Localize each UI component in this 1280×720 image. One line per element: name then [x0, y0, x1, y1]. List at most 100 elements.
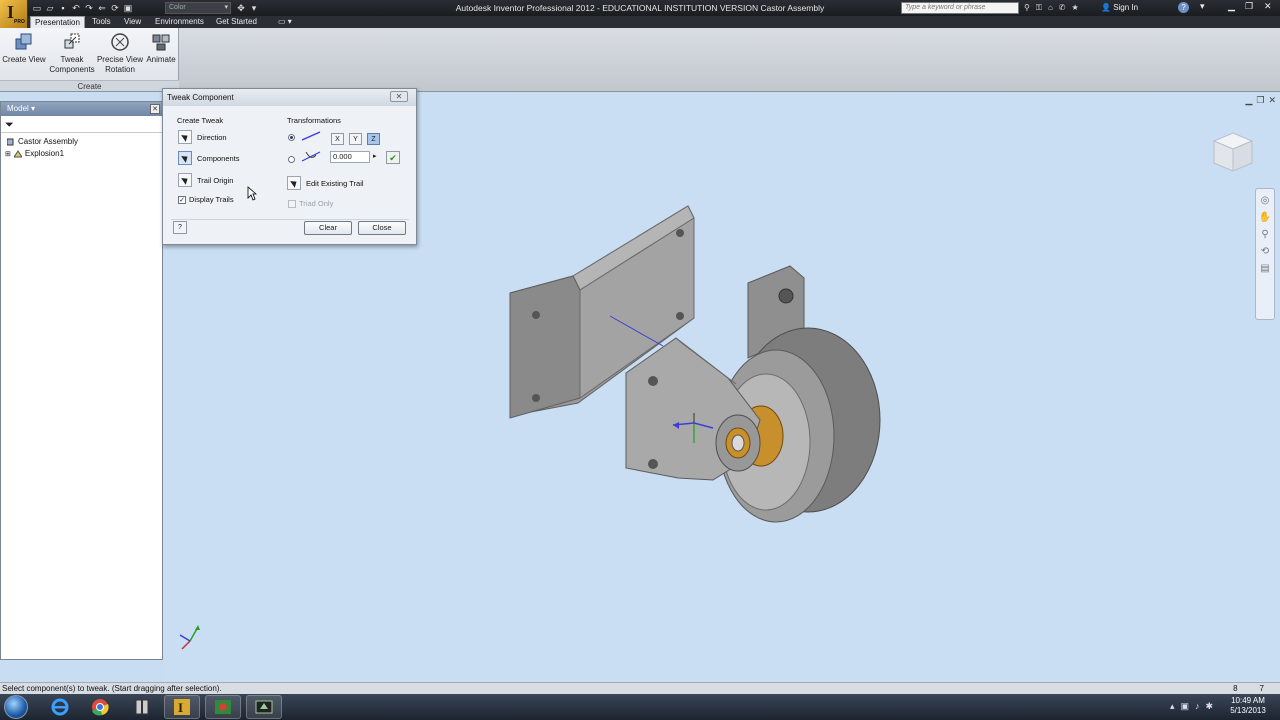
rotation-dropdown-icon[interactable]: ▸ [373, 152, 377, 160]
dialog-help-icon[interactable]: ? [173, 221, 187, 234]
components-selector[interactable]: Components [178, 151, 240, 165]
close-window-icon[interactable]: ✕ [1264, 1, 1272, 12]
zoom-icon[interactable]: ⚲ [1261, 229, 1268, 240]
display-trails-check-icon[interactable]: ✓ [178, 195, 186, 204]
update-icon[interactable]: ⟳ [110, 3, 120, 13]
orbit-icon[interactable]: ⟲ [1261, 246, 1269, 257]
create-panel: Create View Tweak Components Precise Vie… [0, 28, 179, 91]
help-icon[interactable]: ? [1178, 2, 1189, 13]
browser-header[interactable]: Model ▾ ✕ [1, 102, 162, 116]
edit-existing-trail-selector[interactable]: Edit Existing Trail [287, 176, 364, 190]
edit-trail-select-icon[interactable] [287, 176, 301, 190]
trail-origin-selector[interactable]: Trail Origin [178, 173, 233, 187]
z-axis-button[interactable]: Z [367, 133, 380, 145]
inventor-app-button[interactable]: I PRO [0, 0, 28, 28]
x-axis-button[interactable]: X [331, 133, 344, 145]
sign-in-label: Sign In [1113, 3, 1139, 12]
redo-icon[interactable]: ↷ [84, 3, 94, 13]
minimize-icon[interactable]: ▁ [1228, 1, 1235, 12]
pan-icon[interactable]: ✋ [1259, 212, 1271, 223]
favorites-icon[interactable]: ★ [1072, 3, 1079, 13]
color-combo[interactable]: Color [165, 2, 231, 14]
triad-only-check-icon[interactable] [288, 199, 296, 208]
help-dropdown-icon[interactable]: ▾ [1200, 1, 1205, 12]
undo-icon[interactable]: ↶ [71, 3, 81, 13]
create-view-button[interactable]: Create View [2, 31, 46, 65]
tray-bluetooth-icon[interactable]: ✱ [1206, 701, 1214, 712]
inventor-taskbar-icon[interactable]: I [164, 695, 200, 719]
binoculars-icon[interactable]: ⚲ [1024, 3, 1030, 13]
steering-wheel-icon[interactable]: ◎ [1261, 195, 1270, 206]
tree-item-explosion1[interactable]: ⊞ Explosion1 [5, 149, 64, 158]
direction-select-icon[interactable] [178, 130, 192, 144]
app-taskbar-icon-3[interactable] [246, 695, 282, 719]
taskbar-clock[interactable]: 10:49 AM 5/13/2013 [1226, 696, 1270, 716]
tab-view[interactable]: View [120, 16, 145, 28]
mouse-cursor-icon [247, 186, 257, 201]
tweak-components-icon [64, 33, 80, 49]
precise-view-rotation-button[interactable]: Precise View Rotation [96, 31, 144, 75]
save-icon[interactable]: ▪ [58, 3, 68, 13]
sign-in-link[interactable]: 👤 Sign In [1101, 3, 1138, 12]
apply-check-icon[interactable]: ✔ [386, 151, 400, 164]
look-at-icon[interactable]: ▤ [1260, 263, 1269, 274]
dialog-title[interactable]: Tweak Component [163, 89, 416, 106]
tab-presentation[interactable]: Presentation [30, 16, 85, 28]
search-input[interactable]: Type a keyword or phrase [901, 2, 1019, 14]
triad-only-checkbox[interactable]: Triad Only [288, 199, 333, 208]
app-logo-letter: I [7, 2, 15, 22]
viewport-close-icon[interactable]: ✕ [1268, 95, 1276, 106]
viewcube[interactable] [1210, 129, 1256, 175]
ie-taskbar-icon[interactable] [42, 695, 78, 719]
filter-icon[interactable]: ⏷ [5, 119, 14, 132]
return-icon[interactable]: ⇐ [97, 3, 107, 13]
app-taskbar-icon-1[interactable] [124, 695, 160, 719]
app-taskbar-icon-2[interactable] [205, 695, 241, 719]
quick-access-toolbar: ▭ ▱ ▪ ↶ ↷ ⇐ ⟳ ▣ [32, 2, 133, 14]
chrome-taskbar-icon[interactable] [82, 695, 118, 719]
animate-button[interactable]: Animate [144, 31, 178, 65]
tray-volume-icon[interactable]: ♪ [1195, 701, 1200, 712]
direction-selector[interactable]: Direction [178, 130, 227, 144]
dialog-close-icon[interactable]: ✕ [390, 91, 408, 102]
y-axis-button[interactable]: Y [349, 133, 362, 145]
tab-environments[interactable]: Environments [151, 16, 208, 28]
info-center-icons: ⚲ ⚿ ⌂ ✆ ★ [1024, 3, 1079, 13]
start-button-icon[interactable] [4, 695, 28, 719]
new-icon[interactable]: ▭ [32, 3, 42, 13]
tweak-component-dialog: Tweak Component ✕ Create Tweak Direction… [162, 88, 417, 245]
rotation-value-input[interactable]: 0.000 [330, 151, 370, 163]
display-trails-checkbox[interactable]: ✓ Display Trails [178, 195, 234, 204]
tree-item-castor-assembly[interactable]: Castor Assembly [7, 137, 78, 146]
tab-get-started[interactable]: Get Started [212, 16, 261, 28]
subscription-icon[interactable]: ⌂ [1048, 3, 1053, 13]
tweak-components-button[interactable]: Tweak Components [48, 31, 96, 75]
tweak-label-1: Tweak [60, 55, 84, 64]
trail-origin-select-icon[interactable] [178, 173, 192, 187]
viewport-minimize-icon[interactable]: ▁ [1245, 95, 1252, 106]
open-icon[interactable]: ▱ [45, 3, 55, 13]
translate-radio[interactable] [288, 134, 295, 141]
satellite-icon[interactable]: ✆ [1059, 3, 1066, 13]
components-select-icon[interactable] [178, 151, 192, 165]
tray-show-hidden-icon[interactable]: ▴ [1170, 701, 1175, 712]
viewport-window-controls: ▁ ❐ ✕ [1245, 95, 1276, 106]
close-button[interactable]: Close [358, 221, 406, 235]
rotate-icon [301, 151, 321, 162]
browser-close-icon[interactable]: ✕ [150, 104, 160, 114]
tab-tools[interactable]: Tools [88, 16, 115, 28]
qat-dropdown-icon[interactable]: ▾ [249, 3, 259, 13]
select-icon[interactable]: ▣ [123, 3, 133, 13]
rotate-radio[interactable] [288, 156, 295, 163]
move-icon[interactable]: ✥ [236, 3, 246, 13]
key-icon[interactable]: ⚿ [1036, 3, 1042, 13]
svg-text:I: I [178, 700, 183, 715]
ribbon-options-icon[interactable]: ▭ ▾ [274, 16, 296, 28]
expand-icon[interactable]: ⊞ [5, 150, 11, 158]
castor-assembly-model[interactable] [498, 198, 888, 528]
restore-icon[interactable]: ❐ [1245, 1, 1253, 12]
viewport-restore-icon[interactable]: ❐ [1256, 95, 1264, 106]
clear-button[interactable]: Clear [304, 221, 352, 235]
trail-origin-label: Trail Origin [197, 175, 234, 185]
tray-network-icon[interactable]: ▣ [1181, 701, 1190, 712]
